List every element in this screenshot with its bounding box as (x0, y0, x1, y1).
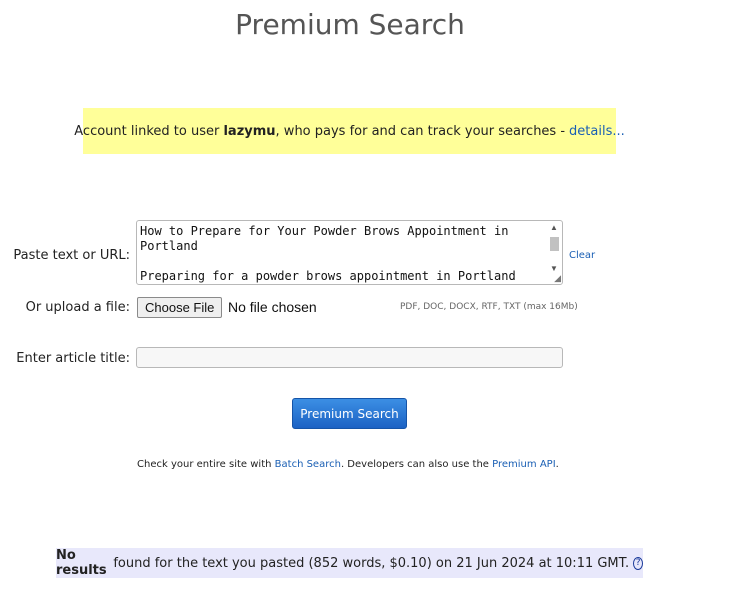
scroll-thumb[interactable] (550, 237, 559, 251)
resize-grip-icon[interactable]: ◢ (551, 273, 561, 283)
paste-textarea[interactable]: How to Prepare for Your Powder Brows App… (136, 220, 563, 285)
no-file-chosen-text: No file chosen (228, 299, 317, 315)
account-notice: Account linked to user lazymu, who pays … (74, 108, 625, 154)
title-label: Enter article title: (16, 351, 130, 366)
paste-textarea-value: How to Prepare for Your Powder Brows App… (140, 224, 516, 283)
help-line: Check your entire site with Batch Search… (137, 459, 559, 470)
scroll-up-arrow-icon[interactable]: ▲ (548, 223, 560, 233)
account-suffix: , who pays for and can track your search… (275, 123, 566, 139)
paste-label: Paste text or URL: (13, 248, 130, 263)
file-types-hint: PDF, DOC, DOCX, RTF, TXT (max 16Mb) (400, 302, 578, 312)
account-prefix: Account linked to user (74, 123, 224, 139)
article-title-input[interactable] (136, 347, 563, 368)
batch-search-link[interactable]: Batch Search (275, 459, 341, 470)
premium-search-button[interactable]: Premium Search (292, 398, 407, 429)
help-middle: . Developers can also use the (340, 459, 493, 470)
help-prefix: Check your entire site with (137, 459, 275, 470)
upload-label: Or upload a file: (25, 300, 130, 315)
premium-api-link[interactable]: Premium API (492, 459, 556, 470)
details-link[interactable]: details... (569, 124, 625, 139)
clear-link[interactable]: Clear (569, 250, 595, 261)
results-notice: No results found for the text you pasted… (56, 548, 643, 578)
help-suffix: . (555, 459, 559, 470)
page-title: Premium Search (235, 8, 465, 41)
textarea-scrollbar[interactable]: ▲ ▼ (548, 223, 560, 274)
choose-file-button[interactable]: Choose File (137, 297, 223, 318)
account-user: lazymu (223, 123, 276, 139)
results-bold: No results (56, 548, 107, 578)
results-text: found for the text you pasted (852 words… (109, 555, 630, 571)
help-circle-icon[interactable]: ? (633, 556, 643, 570)
